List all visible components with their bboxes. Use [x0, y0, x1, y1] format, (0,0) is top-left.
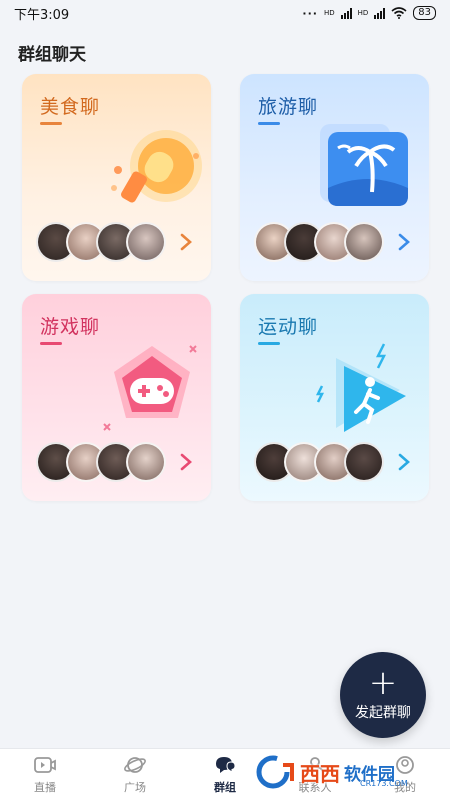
group-card-travel[interactable]: 旅游聊 — [240, 74, 429, 281]
signal-icon-2 — [374, 7, 386, 19]
fab-label: 发起群聊 — [355, 705, 411, 721]
network-label-1: HD — [323, 9, 335, 17]
group-chat-icon — [216, 757, 236, 773]
nav-label: 广场 — [124, 781, 146, 794]
avatar — [344, 442, 384, 482]
signal-icon — [340, 7, 352, 19]
more-dots-icon: ··· — [302, 6, 318, 20]
title-underline — [40, 122, 62, 125]
network-label-2: HD — [357, 9, 369, 17]
chevron-right-icon[interactable] — [179, 232, 193, 252]
avatar — [126, 222, 166, 262]
member-avatars — [254, 442, 394, 482]
ice-cream-icon — [111, 130, 202, 203]
member-avatars — [36, 442, 176, 482]
title-underline — [40, 342, 62, 345]
page-title: 群组聊天 — [18, 45, 86, 65]
battery-indicator: 83 — [413, 6, 436, 20]
palm-tree-icon — [320, 124, 408, 206]
title-underline — [258, 342, 280, 345]
gamepad-icon — [103, 345, 197, 431]
planet-icon — [124, 757, 146, 773]
card-title: 运动聊 — [258, 316, 319, 338]
cr-logo-icon — [256, 755, 294, 789]
nav-live[interactable]: 直播 — [0, 749, 90, 800]
nav-square[interactable]: 广场 — [90, 749, 180, 800]
watermark-url: CR173.COM — [360, 779, 408, 788]
avatar — [126, 442, 166, 482]
chevron-right-icon[interactable] — [397, 452, 411, 472]
status-time: 下午3:09 — [14, 7, 70, 23]
card-title: 美食聊 — [40, 96, 101, 118]
card-title: 游戏聊 — [40, 316, 101, 338]
status-bar: 下午3:09 ··· HD HD 83 — [0, 0, 450, 26]
watermark-logo: 西西 软件园 CR173.COM — [256, 752, 428, 792]
plus-icon: + — [368, 663, 398, 703]
group-card-food[interactable]: 美食聊 — [22, 74, 211, 281]
member-avatars — [254, 222, 394, 262]
running-icon — [315, 343, 406, 432]
group-card-sport[interactable]: 运动聊 — [240, 294, 429, 501]
nav-label: 直播 — [34, 781, 56, 794]
status-icons: ··· HD HD 83 — [302, 6, 436, 20]
title-underline — [258, 122, 280, 125]
nav-label: 群组 — [214, 781, 236, 794]
wifi-icon — [391, 7, 407, 19]
live-video-icon — [34, 757, 56, 773]
chevron-right-icon[interactable] — [179, 452, 193, 472]
avatar — [344, 222, 384, 262]
group-card-game[interactable]: 游戏聊 — [22, 294, 211, 501]
watermark-brand: 西西 — [300, 761, 340, 786]
card-title: 旅游聊 — [258, 96, 319, 118]
start-group-chat-button[interactable]: + 发起群聊 — [340, 652, 426, 738]
member-avatars — [36, 222, 176, 262]
chevron-right-icon[interactable] — [397, 232, 411, 252]
